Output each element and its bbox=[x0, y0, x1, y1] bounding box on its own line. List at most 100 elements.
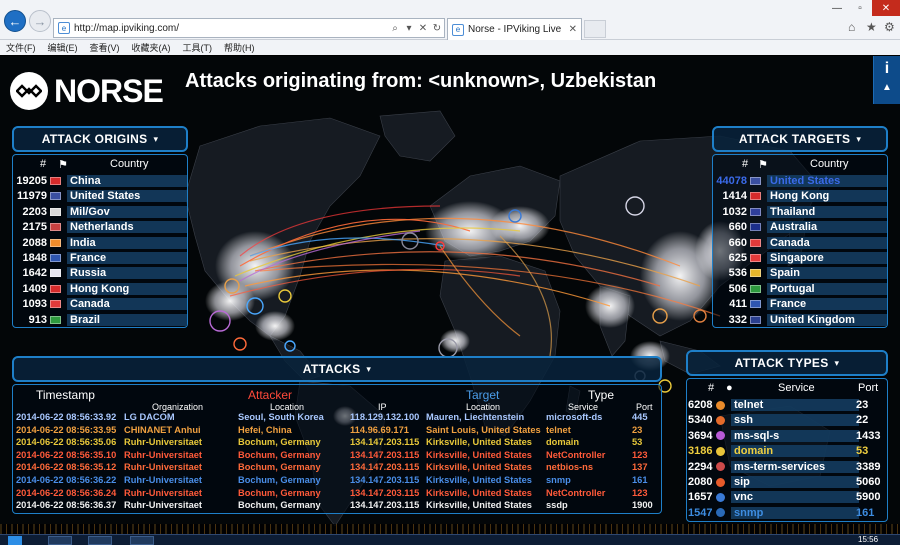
origins-row[interactable]: 2175 Netherlands bbox=[12, 220, 187, 234]
origins-row[interactable]: 913 Brazil bbox=[12, 313, 187, 327]
targets-row[interactable]: 660 Australia bbox=[712, 220, 887, 234]
forward-button[interactable]: → bbox=[29, 10, 51, 32]
flag-icon bbox=[750, 315, 761, 324]
gear-icon[interactable]: ⚙ bbox=[884, 20, 895, 34]
origins-country: United States bbox=[67, 190, 187, 203]
attacks-header[interactable]: ATTACKS ▾ bbox=[12, 356, 662, 382]
menu-tools[interactable]: 工具(T) bbox=[183, 41, 213, 54]
explorer-taskbar-icon[interactable] bbox=[88, 536, 112, 545]
origins-row[interactable]: 1642 Russia bbox=[12, 266, 187, 280]
back-button[interactable]: ← bbox=[4, 10, 26, 32]
types-port: 5900 bbox=[856, 491, 881, 504]
origins-row[interactable]: 1093 Canada bbox=[12, 297, 187, 311]
types-row[interactable]: 6208 telnet 23 bbox=[688, 398, 868, 412]
stop-icon[interactable]: ✕ bbox=[416, 23, 430, 34]
targets-row[interactable]: 332 United Kingdom bbox=[712, 313, 887, 327]
minimize-button[interactable]: — bbox=[826, 0, 848, 16]
targets-count: 1032 bbox=[722, 205, 747, 218]
windows-taskbar: 15:56 bbox=[0, 534, 900, 545]
attack-port: 53 bbox=[632, 437, 643, 448]
origins-row[interactable]: 1848 France bbox=[12, 251, 187, 265]
attack-service: domain bbox=[546, 437, 580, 448]
home-icon[interactable]: ⌂ bbox=[848, 20, 855, 34]
new-tab-button[interactable] bbox=[584, 20, 606, 38]
targets-row[interactable]: 1414 Hong Kong bbox=[712, 189, 887, 203]
origins-country: Russia bbox=[67, 267, 187, 280]
flag-icon bbox=[750, 254, 761, 262]
types-row[interactable]: 2294 ms-term-services 3389 bbox=[688, 460, 880, 474]
targets-count: 411 bbox=[729, 298, 747, 311]
attacks-col-type: Type bbox=[588, 388, 615, 402]
origins-country: China bbox=[67, 175, 187, 187]
targets-count: 660 bbox=[728, 221, 747, 234]
attack-tloc: Kirksville, United States bbox=[426, 487, 532, 498]
targets-row[interactable]: 536 Spain bbox=[712, 266, 887, 280]
browser-tab[interactable]: e Norse - IPViking Live ✕ bbox=[447, 18, 582, 40]
menu-bar: 文件(F) 编辑(E) 查看(V) 收藏夹(A) 工具(T) 帮助(H) bbox=[0, 40, 900, 55]
targets-country: United Kingdom bbox=[767, 313, 887, 326]
address-bar[interactable]: e http://map.ipviking.com/ ⌕ ▾ ✕ ↻ bbox=[53, 18, 445, 38]
origins-row[interactable]: 11979 United States bbox=[12, 189, 187, 203]
menu-view[interactable]: 查看(V) bbox=[90, 41, 120, 54]
attack-tloc: Saint Louis, United States bbox=[426, 424, 541, 435]
origins-count: 2175 bbox=[22, 221, 47, 234]
maximize-button[interactable]: ▫ bbox=[849, 0, 871, 16]
favorites-star-icon[interactable]: ★ bbox=[866, 20, 877, 34]
search-icon[interactable]: ⌕ bbox=[388, 23, 402, 34]
origins-row[interactable]: 2088 India bbox=[12, 236, 187, 250]
origins-row[interactable]: 1409 Hong Kong bbox=[12, 282, 187, 296]
menu-edit[interactable]: 编辑(E) bbox=[48, 41, 78, 54]
types-row[interactable]: 1547 snmp 161 bbox=[688, 506, 874, 520]
logo-text: NORSE bbox=[54, 72, 164, 109]
types-row[interactable]: 5340 ssh 22 bbox=[688, 413, 868, 427]
attack-timeline bbox=[0, 524, 900, 534]
menu-help[interactable]: 帮助(H) bbox=[224, 41, 255, 54]
attack-loc: Seoul, South Korea bbox=[238, 412, 324, 422]
types-count: 6208 bbox=[688, 399, 713, 411]
types-row[interactable]: 2080 sip 5060 bbox=[688, 475, 880, 489]
browser-titlebar: ← → e http://map.ipviking.com/ ⌕ ▾ ✕ ↻ e… bbox=[0, 0, 900, 40]
chevron-down-icon: ▾ bbox=[366, 363, 372, 374]
attack-loc: Bochum, Germany bbox=[238, 487, 321, 498]
targets-row[interactable]: 44078 United States bbox=[712, 174, 887, 188]
attack-service: microsoft-ds bbox=[546, 412, 603, 422]
ie-page-icon: e bbox=[58, 22, 70, 34]
refresh-icon[interactable]: ↻ bbox=[430, 23, 444, 34]
tab-close-icon[interactable]: ✕ bbox=[569, 24, 577, 35]
flag-icon bbox=[750, 207, 761, 216]
targets-row[interactable]: 660 Canada bbox=[712, 236, 887, 250]
attacks-sub-location: Location bbox=[270, 402, 305, 412]
address-url[interactable]: http://map.ipviking.com/ bbox=[74, 23, 388, 34]
attack-types-header[interactable]: ATTACK TYPES ▾ bbox=[686, 350, 888, 376]
attack-time: 2014-06-22 08:56:36.24 bbox=[16, 487, 117, 498]
targets-row[interactable]: 411 France bbox=[712, 297, 887, 311]
origins-country: Canada bbox=[67, 298, 187, 311]
types-count: 5340 bbox=[688, 414, 713, 427]
types-row[interactable]: 1657 vnc 5900 bbox=[688, 490, 880, 504]
attack-targets-header[interactable]: ATTACK TARGETS ▾ bbox=[712, 126, 888, 152]
app-taskbar-icon[interactable] bbox=[130, 536, 154, 545]
targets-row[interactable]: 625 Singapore bbox=[712, 251, 887, 265]
dropdown-icon[interactable]: ▾ bbox=[402, 23, 416, 34]
ie-taskbar-icon[interactable] bbox=[48, 536, 72, 545]
service-dot-icon bbox=[716, 492, 725, 502]
attack-origins-header[interactable]: ATTACK ORIGINS ▾ bbox=[12, 126, 188, 152]
targets-country: Thailand bbox=[767, 205, 887, 218]
origins-country: India bbox=[67, 236, 187, 249]
flag-icon bbox=[50, 315, 61, 324]
origins-row[interactable]: 19205 China bbox=[12, 174, 187, 188]
targets-row[interactable]: 1032 Thailand bbox=[712, 205, 887, 219]
types-col-service: Service bbox=[778, 382, 815, 394]
close-window-button[interactable]: ✕ bbox=[872, 0, 900, 16]
service-dot-icon bbox=[716, 508, 725, 518]
menu-favorites[interactable]: 收藏夹(A) bbox=[132, 41, 171, 54]
attack-org: Ruhr-Universitaet bbox=[124, 475, 203, 485]
windows-start-icon[interactable] bbox=[8, 536, 22, 545]
targets-row[interactable]: 506 Portugal bbox=[712, 282, 887, 296]
types-row[interactable]: 3186 domain 53 bbox=[688, 444, 868, 458]
origins-row[interactable]: 2203 Mil/Gov bbox=[12, 205, 187, 219]
info-button[interactable]: i ▲ bbox=[873, 56, 900, 104]
menu-file[interactable]: 文件(F) bbox=[6, 41, 36, 54]
service-dot-icon bbox=[716, 415, 725, 425]
types-row[interactable]: 3694 ms-sql-s 1433 bbox=[688, 429, 880, 443]
